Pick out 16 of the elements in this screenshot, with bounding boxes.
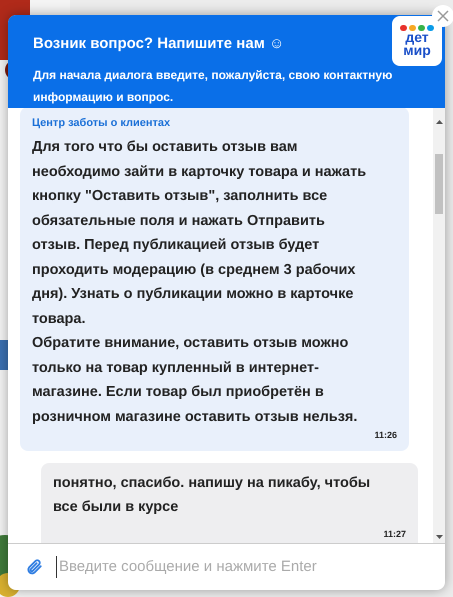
sender-name: Центр заботы о клиентах	[32, 116, 172, 130]
close-icon	[437, 10, 449, 22]
message-text: понятно, спасибо. напишу на пикабу, чтобы все были в курсе	[53, 474, 372, 517]
header-subtitle: Для начала диалога введите, пожалуйста, свою контактную информацию и вопрос.	[33, 66, 394, 106]
scrollbar[interactable]	[433, 108, 445, 543]
scroll-up-icon[interactable]	[436, 120, 442, 124]
paperclip-icon[interactable]	[25, 558, 43, 576]
message-time: 11:26	[374, 429, 397, 442]
message-time: 11:27	[383, 528, 406, 540]
message-text: Для того что бы оставить отзыв вам необходимо зайти в карточку товара и нажать кнопку "Оставить отзыв", заполнить все обязательные поля и нажать Отправить отзыв. Перед публикацией отзыв будет проходить модерацию (в среднем 3 рабочих дня). Узнать о публикации можно в карточке товара. Обратите внимание, оставить отзыв можно только на товар купленный в интернет-магазине. Если товар был приобретён в розничном магазине оставить отзыв нельзя.	[32, 138, 368, 426]
logo-text: мир	[403, 44, 431, 57]
scrollbar-thumb[interactable]	[435, 154, 443, 214]
scroll-down-icon[interactable]	[436, 535, 442, 539]
header-title: Возник вопрос? Напишите нам ☺	[33, 34, 284, 54]
logo-text: дет	[405, 31, 429, 44]
message-input[interactable]: Введите сообщение и нажмите Enter	[56, 556, 433, 578]
